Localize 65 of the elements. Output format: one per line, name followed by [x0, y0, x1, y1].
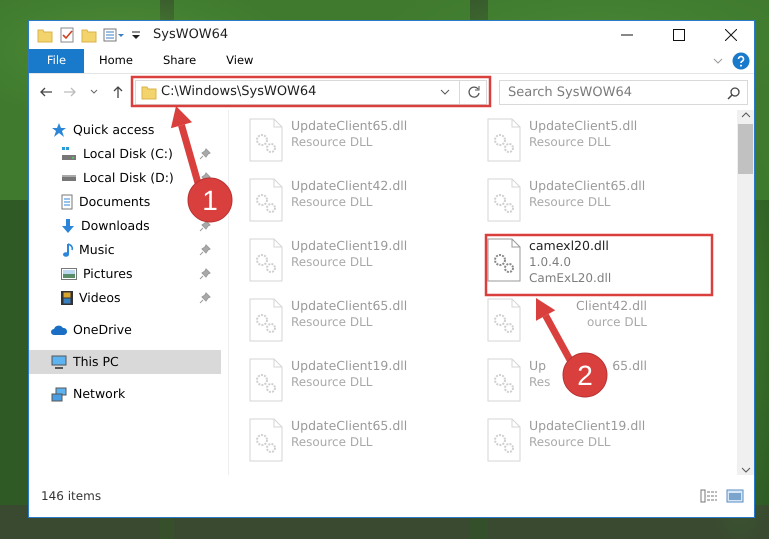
file-detail: Resource DLL: [291, 434, 374, 450]
annotation-arrow: [536, 298, 574, 362]
file-detail: Resource DLL: [529, 194, 612, 210]
folder-icon: [141, 84, 157, 100]
file-detail: ource DLL: [586, 314, 647, 330]
window-title: SysWOW64: [153, 26, 228, 44]
new-folder-icon[interactable]: [81, 27, 97, 43]
search-icon: [727, 86, 741, 100]
sidebar-item[interactable]: Documents: [29, 190, 154, 214]
download-arrow-icon: [61, 218, 75, 234]
file-detail: 1.0.4.0: [529, 254, 572, 270]
address-bar[interactable]: C:\Windows\SysWOW64: [135, 80, 487, 104]
file-detail: CamExL20.dll: [529, 270, 612, 286]
sidebar-item[interactable]: Local Disk (D:): [29, 166, 178, 190]
large-icons-view-icon[interactable]: [726, 489, 744, 503]
ribbon-tab[interactable]: View: [211, 49, 268, 73]
document-icon: [61, 194, 73, 210]
item-count: 146 items: [41, 488, 102, 505]
file-detail: Resource DLL: [291, 254, 374, 270]
drive-icon: [61, 147, 77, 161]
address-path: C:\Windows\SysWOW64: [161, 83, 316, 102]
sidebar-item[interactable]: Pictures: [29, 262, 136, 286]
cloud-icon: [51, 325, 67, 335]
file-menu-button[interactable]: File: [29, 49, 84, 73]
properties-icon[interactable]: [103, 27, 125, 43]
sidebar-item[interactable]: Music: [29, 238, 119, 262]
file-detail: Resource DLL: [529, 134, 612, 150]
sidebar-item[interactable]: Videos: [29, 286, 125, 310]
sidebar-item[interactable]: Local Disk (C:): [29, 142, 177, 166]
scrollbar-thumb[interactable]: [738, 124, 753, 174]
sidebar-item[interactable]: Quick access: [29, 118, 158, 142]
file-detail: Resource DLL: [529, 434, 612, 450]
step-badge: 1: [188, 178, 232, 222]
scroll-down-icon[interactable]: [740, 465, 752, 475]
details-view-icon[interactable]: [700, 489, 718, 503]
file-detail: Resource DLL: [291, 314, 374, 330]
chevron-down-icon[interactable]: [439, 88, 451, 96]
help-icon[interactable]: [732, 52, 750, 70]
file-detail: Resource DLL: [291, 134, 374, 150]
file-name[interactable]: camexl20.dll: [529, 238, 612, 254]
picture-frame-icon: [61, 268, 77, 280]
sidebar-item[interactable]: Downloads: [29, 214, 154, 238]
sidebar-item[interactable]: This PC: [29, 350, 221, 374]
minimize-icon: [621, 34, 633, 36]
file-detail: Resource DLL: [291, 194, 374, 210]
network-icon: [51, 386, 67, 402]
music-note-icon: [61, 242, 73, 258]
checklist-icon[interactable]: [59, 27, 75, 43]
film-strip-icon: [61, 290, 73, 306]
maximize-icon: [673, 29, 685, 41]
sidebar-item[interactable]: Network: [29, 382, 130, 406]
file-detail: Resource DLL: [291, 374, 374, 390]
file-detail: Res: [529, 374, 550, 390]
drive-icon: [61, 175, 77, 181]
search-field[interactable]: Search SysWOW64: [499, 80, 748, 104]
step-badge: 2: [562, 352, 608, 398]
scroll-up-icon[interactable]: [740, 110, 752, 120]
dll-file-icon[interactable]: [487, 238, 521, 282]
star-icon: [51, 122, 67, 138]
monitor-icon: [51, 355, 67, 369]
ribbon-tab[interactable]: Share: [148, 49, 212, 73]
folder-icon[interactable]: [37, 27, 53, 43]
sidebar-item[interactable]: OneDrive: [29, 318, 136, 342]
ribbon-tab[interactable]: Home: [84, 49, 148, 73]
close-icon: [725, 29, 737, 41]
